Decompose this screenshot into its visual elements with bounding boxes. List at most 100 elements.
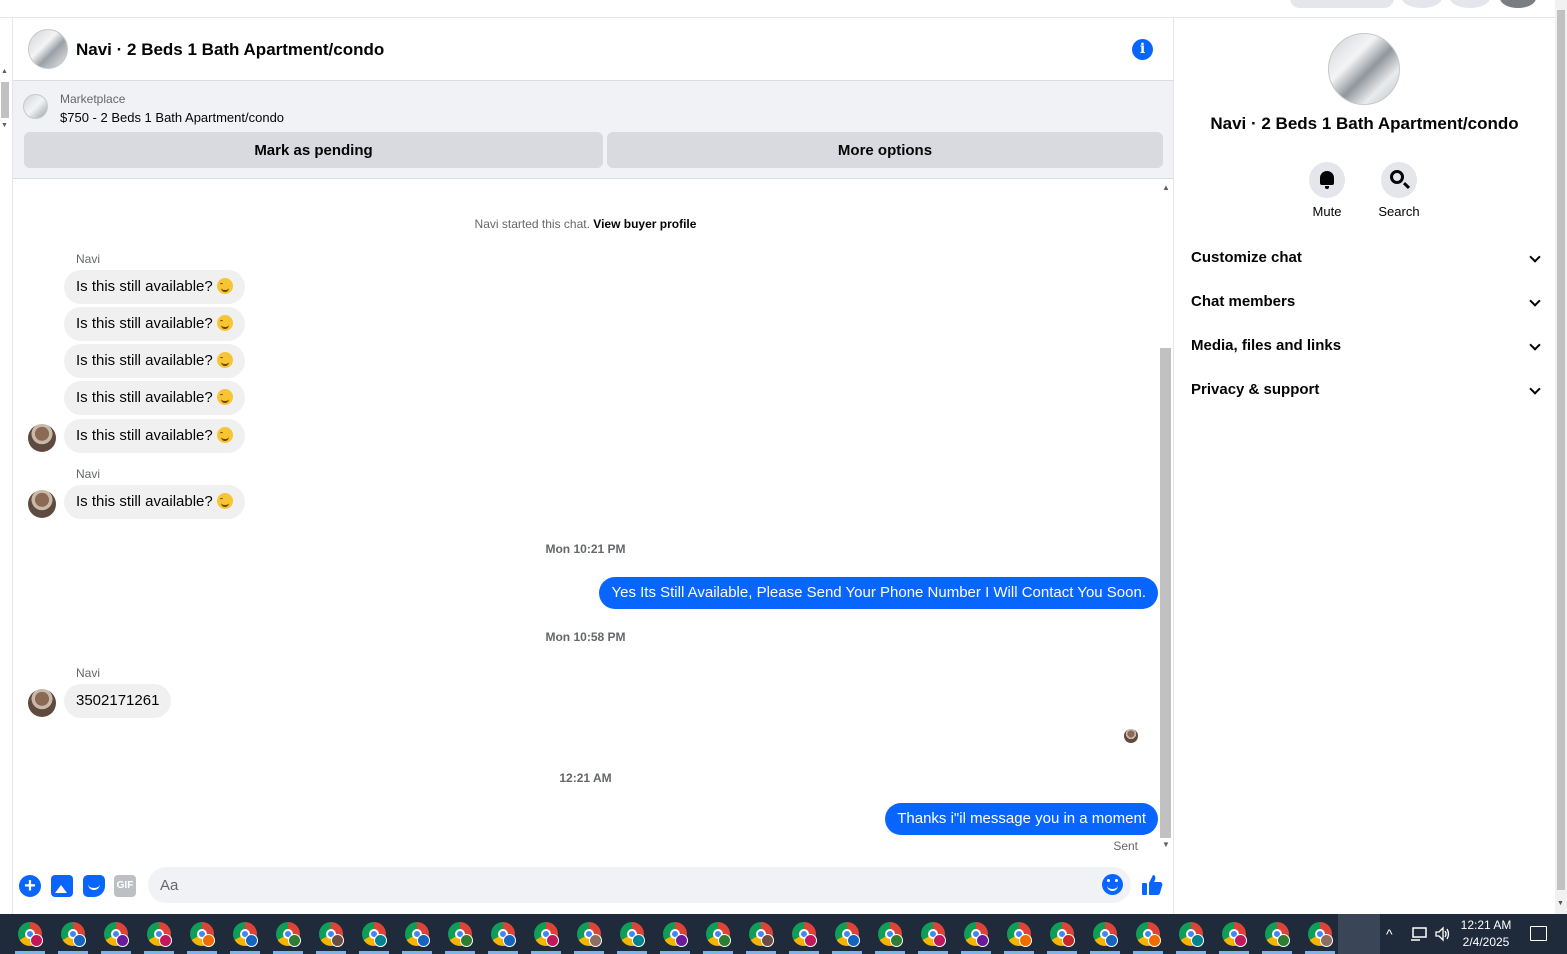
scrollbar-thumb[interactable] — [1, 82, 9, 118]
message-bubble[interactable]: 3502171261 — [64, 684, 172, 718]
chrome-icon[interactable] — [534, 922, 559, 947]
chrome-icon[interactable] — [61, 922, 86, 947]
scroll-up-icon[interactable]: ▲ — [1, 68, 8, 75]
chrome-icon[interactable] — [620, 922, 645, 947]
sender-avatar[interactable] — [28, 490, 56, 518]
message-composer: + GIF — [13, 863, 1173, 913]
chrome-icon[interactable] — [706, 922, 731, 947]
chrome-icon[interactable] — [104, 922, 129, 947]
page-scrollbar[interactable]: ▼ — [1555, 0, 1567, 914]
chrome-icon[interactable] — [1222, 922, 1247, 947]
chevron-down-icon — [1529, 339, 1541, 351]
chrome-icon[interactable] — [190, 922, 215, 947]
sender-avatar[interactable] — [28, 424, 56, 452]
chrome-icon[interactable] — [362, 922, 387, 947]
message-bubble[interactable]: Is this still available? — [64, 381, 245, 415]
scroll-down-icon[interactable]: ▼ — [1, 122, 8, 129]
message-input-wrapper[interactable] — [148, 867, 1131, 903]
message-input[interactable] — [160, 867, 1080, 903]
chrome-icon[interactable] — [577, 922, 602, 947]
chrome-icon[interactable] — [1136, 922, 1161, 947]
message-bubble[interactable]: Is this still available? — [64, 270, 245, 304]
scroll-up-icon[interactable]: ▲ — [1162, 183, 1170, 192]
details-avatar[interactable] — [1328, 33, 1400, 105]
scrollbar-thumb[interactable] — [1557, 10, 1565, 890]
chrome-icon[interactable] — [405, 922, 430, 947]
chevron-up-icon[interactable]: ^ — [1386, 926, 1393, 942]
chrome-icon[interactable] — [1050, 922, 1075, 947]
like-icon[interactable] — [1141, 873, 1163, 897]
sender-avatar[interactable] — [28, 689, 56, 717]
profile-badge-icon — [460, 934, 473, 947]
top-menu-icon[interactable] — [1402, 0, 1442, 8]
search-circle[interactable] — [1381, 162, 1417, 198]
taskbar-clock[interactable]: 12:21 AM 2/4/2025 — [1455, 917, 1517, 951]
notification-center-icon[interactable] — [1530, 926, 1547, 941]
scroll-down-icon[interactable]: ▼ — [1162, 840, 1170, 849]
emoji-icon[interactable] — [1102, 874, 1123, 895]
more-options-button[interactable]: More options — [607, 132, 1163, 168]
chat-title[interactable]: Navi · 2 Beds 1 Bath Apartment/condo — [76, 40, 384, 60]
section-privacy-support[interactable]: Privacy & support — [1191, 376, 1543, 404]
profile-badge-icon — [1105, 934, 1118, 947]
search-label: Search — [1378, 204, 1420, 219]
chrome-icon[interactable] — [18, 922, 43, 947]
chrome-icon[interactable] — [319, 922, 344, 947]
section-label: Privacy & support — [1191, 381, 1320, 398]
chrome-icon[interactable] — [878, 922, 903, 947]
search-button[interactable]: Search — [1369, 162, 1429, 219]
message-bubble[interactable]: Is this still available? — [64, 307, 245, 341]
mute-button[interactable]: Mute — [1297, 162, 1357, 219]
listing-price-title[interactable]: $750 - 2 Beds 1 Bath Apartment/condo — [60, 110, 284, 125]
chrome-icon[interactable] — [233, 922, 258, 947]
network-icon[interactable] — [1410, 926, 1428, 942]
chrome-icon[interactable] — [1093, 922, 1118, 947]
mark-as-pending-button[interactable]: Mark as pending — [24, 132, 603, 168]
outgoing-message-bubble[interactable]: Thanks i"il message you in a moment — [885, 803, 1158, 835]
outgoing-message-bubble[interactable]: Yes Its Still Available, Please Send You… — [599, 577, 1158, 609]
chrome-icon[interactable] — [1308, 922, 1333, 947]
top-notifications-icon[interactable] — [1450, 0, 1490, 8]
view-buyer-profile-link[interactable]: View buyer profile — [593, 217, 696, 231]
smiling-emoji-icon — [216, 493, 233, 509]
clock-date: 2/4/2025 — [1462, 935, 1510, 949]
chrome-icon[interactable] — [1265, 922, 1290, 947]
section-chat-members[interactable]: Chat members — [1191, 288, 1543, 316]
scrollbar-thumb[interactable] — [1160, 348, 1171, 838]
chrome-icon[interactable] — [1179, 922, 1204, 947]
message-scrollbar[interactable]: ▲ ▼ — [1159, 180, 1173, 855]
message-bubble[interactable]: Is this still available? — [64, 485, 245, 519]
volume-icon[interactable] — [1434, 926, 1452, 942]
chrome-icon[interactable] — [276, 922, 301, 947]
chrome-icon[interactable] — [491, 922, 516, 947]
scroll-down-icon[interactable]: ▼ — [1557, 900, 1564, 907]
message-bubble[interactable]: Is this still available? — [64, 344, 245, 378]
listing-avatar[interactable] — [28, 29, 68, 69]
chrome-icon[interactable] — [792, 922, 817, 947]
chrome-icon[interactable] — [448, 922, 473, 947]
chrome-icon[interactable] — [921, 922, 946, 947]
sticker-icon[interactable] — [83, 875, 105, 897]
mute-circle[interactable] — [1309, 162, 1345, 198]
section-customize-chat[interactable]: Customize chat — [1191, 244, 1543, 272]
image-icon[interactable] — [51, 875, 73, 897]
section-label: Media, files and links — [1191, 337, 1342, 354]
chrome-icon[interactable] — [835, 922, 860, 947]
listing-thumbnail[interactable] — [23, 94, 48, 119]
info-icon[interactable]: i — [1132, 39, 1153, 60]
sender-name: Navi — [76, 252, 101, 266]
chrome-icon[interactable] — [964, 922, 989, 947]
timestamp-divider: Mon 10:21 PM — [545, 542, 626, 556]
section-media-files-links[interactable]: Media, files and links — [1191, 332, 1543, 360]
message-bubble[interactable]: Is this still available? — [64, 419, 245, 453]
chrome-icon[interactable] — [749, 922, 774, 947]
top-account-avatar[interactable] — [1500, 0, 1536, 8]
chrome-icon[interactable] — [147, 922, 172, 947]
top-nav-button[interactable] — [1290, 0, 1394, 8]
chrome-icon[interactable] — [1007, 922, 1032, 947]
plus-icon[interactable]: + — [19, 875, 41, 897]
taskbar-active-highlight — [1338, 914, 1380, 954]
chrome-icon[interactable] — [663, 922, 688, 947]
gif-icon[interactable]: GIF — [114, 875, 136, 897]
left-scrollbar[interactable]: ▲ ▼ — [0, 62, 11, 132]
